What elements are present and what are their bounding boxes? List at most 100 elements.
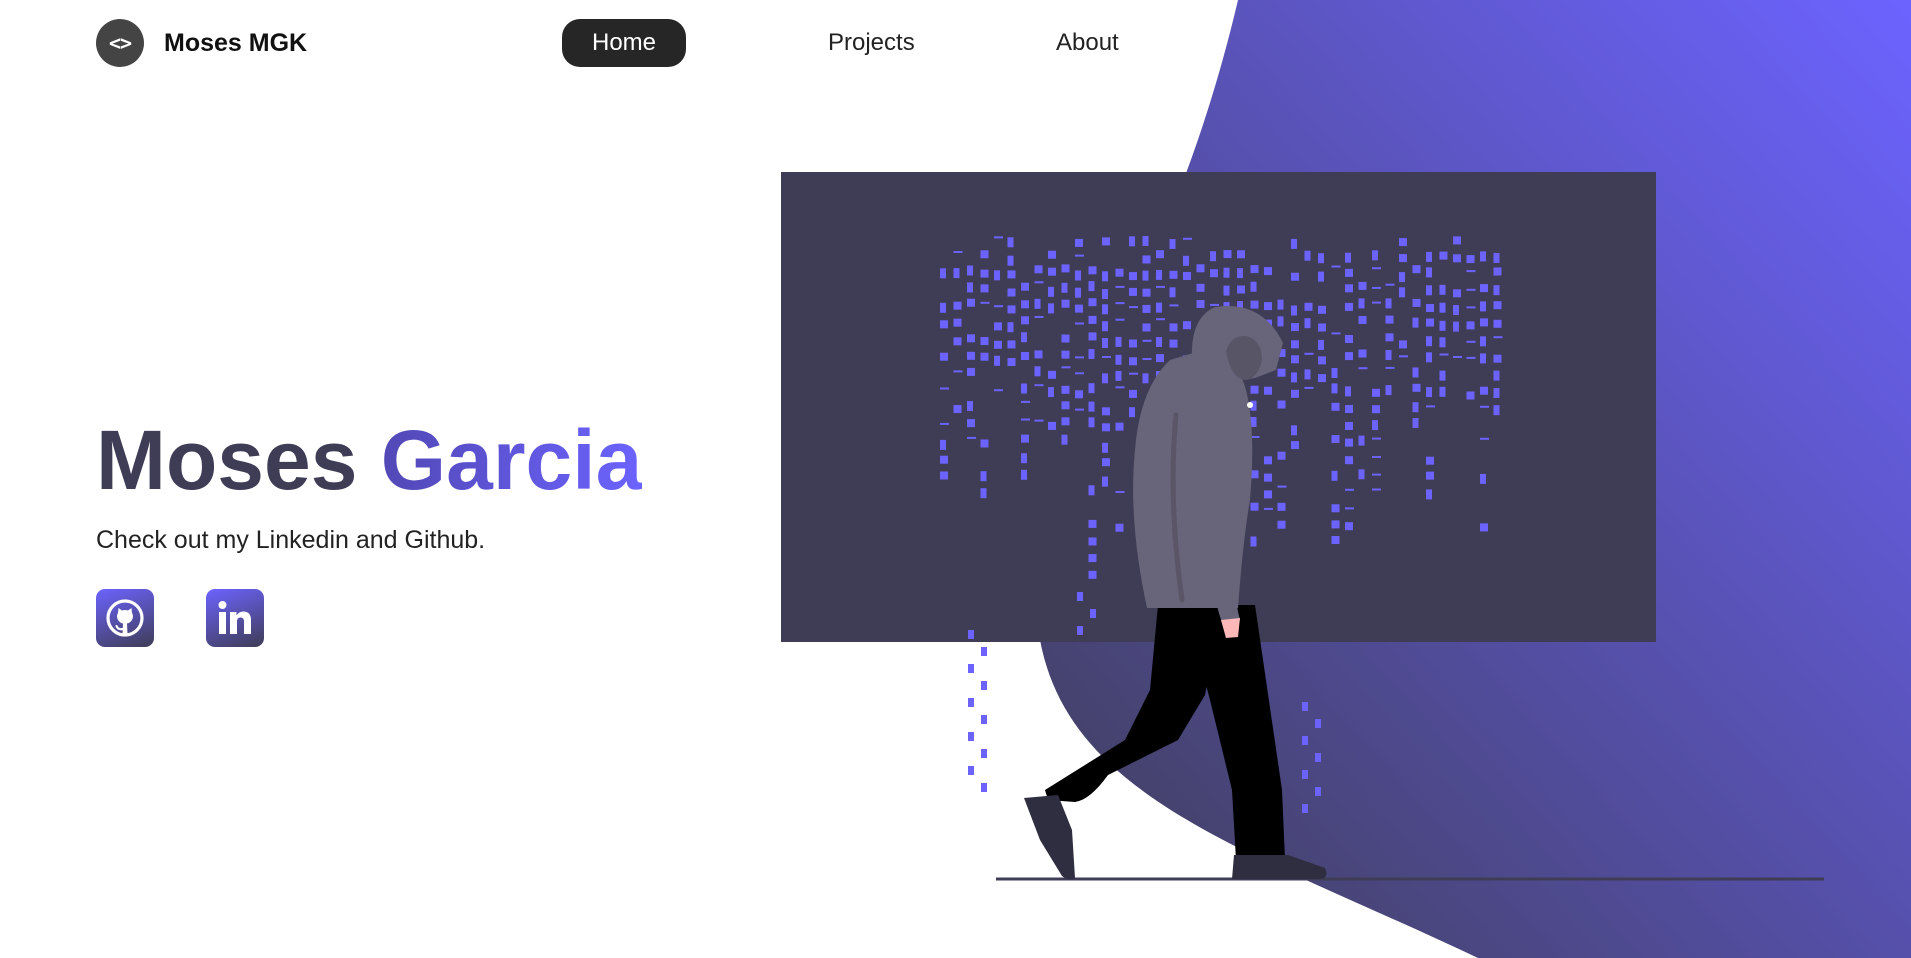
code-glyph [980,352,989,361]
code-brackets-icon: <> [96,19,144,67]
code-glyph [1345,422,1353,430]
code-glyph [1237,285,1245,294]
code-glyph [1345,252,1351,263]
code-glyph [1156,302,1162,313]
code-glyph [1129,272,1137,281]
code-glyph [1480,336,1486,347]
brand-logo-link[interactable]: <> Moses MGK [96,19,307,67]
code-glyph [1021,332,1027,343]
code-glyph [1318,253,1324,264]
code-glyph [1115,386,1125,389]
code-glyph [1061,401,1070,410]
code-glyph [1318,339,1324,350]
code-glyph [953,268,960,279]
code-glyph [1048,250,1056,259]
code-glyph [1399,238,1407,247]
code-glyph [940,320,948,329]
code-glyph [1183,237,1192,240]
code-glyph [967,401,973,412]
code-glyph [1075,356,1084,359]
code-glyph [1115,302,1125,305]
code-glyph [940,302,946,313]
code-glyph [1034,384,1044,387]
code-glyph [968,664,974,673]
hero-first-name: Moses [96,413,358,507]
code-glyph [1426,318,1434,327]
code-glyph [1480,437,1489,440]
code-glyph [1331,383,1338,394]
code-glyph [1007,255,1014,266]
nav-link-home[interactable]: Home [562,19,687,67]
code-glyph [980,439,989,448]
code-glyph [940,471,948,480]
code-glyph [1385,385,1392,396]
github-icon [106,599,144,637]
code-glyph [1331,536,1340,544]
code-glyph [1399,355,1408,358]
code-glyph [1466,391,1475,400]
code-glyph [1331,332,1341,335]
code-glyph [1277,520,1286,529]
code-glyph [1331,520,1340,529]
code-glyph [1480,251,1486,262]
code-glyph [1493,354,1502,363]
code-glyph [1304,386,1314,389]
code-glyph [1412,265,1421,274]
code-glyph [1007,322,1014,333]
code-glyph [967,436,976,439]
code-glyph [1480,523,1488,532]
nav-link-about[interactable]: About [1026,19,1149,67]
nav-link-projects[interactable]: Projects [798,19,945,67]
code-glyph [953,251,963,253]
code-glyph [967,351,975,360]
code-glyph [1088,266,1097,275]
code-glyph [940,387,949,390]
code-glyph [968,732,974,741]
code-glyph [1345,268,1353,277]
code-glyph [1250,281,1257,292]
code-glyph [981,749,987,758]
code-glyph [1426,267,1432,278]
code-glyph [1007,340,1016,349]
code-glyph [953,301,962,310]
code-glyph [967,298,975,307]
code-glyph [1399,254,1407,263]
code-glyph [1183,272,1191,280]
code-glyph [1115,318,1125,321]
github-link[interactable] [96,589,154,647]
code-glyph [1480,473,1486,484]
code-glyph [1210,303,1219,306]
code-glyph [1223,267,1230,278]
code-glyph [1183,321,1191,330]
code-glyph [1412,402,1419,413]
code-glyph [1385,315,1394,324]
code-glyph [1331,368,1338,378]
code-glyph [1315,787,1321,796]
code-glyph [1210,269,1218,278]
code-glyph [1426,336,1432,347]
code-glyph [1048,286,1054,297]
code-glyph [980,337,989,346]
brand-name: Moses MGK [164,28,308,57]
code-glyph [1156,250,1164,259]
linkedin-link[interactable] [206,589,264,647]
code-glyph [1439,320,1446,331]
code-glyph [1129,306,1138,309]
code-glyph [1277,400,1286,409]
code-glyph [1115,354,1122,365]
code-glyph [1302,770,1308,779]
code-glyph [953,318,962,327]
code-glyph [1466,306,1476,309]
code-glyph [1318,323,1326,332]
code-glyph [1021,300,1029,309]
code-glyph [1210,251,1216,262]
code-glyph [1466,356,1476,359]
code-glyph [1372,456,1381,458]
code-glyph [1196,283,1205,292]
code-glyph [1358,281,1367,290]
code-glyph [1169,304,1179,307]
code-glyph [1088,401,1095,412]
code-glyph [1102,338,1108,348]
code-glyph [1237,268,1243,279]
code-glyph [1291,340,1299,349]
